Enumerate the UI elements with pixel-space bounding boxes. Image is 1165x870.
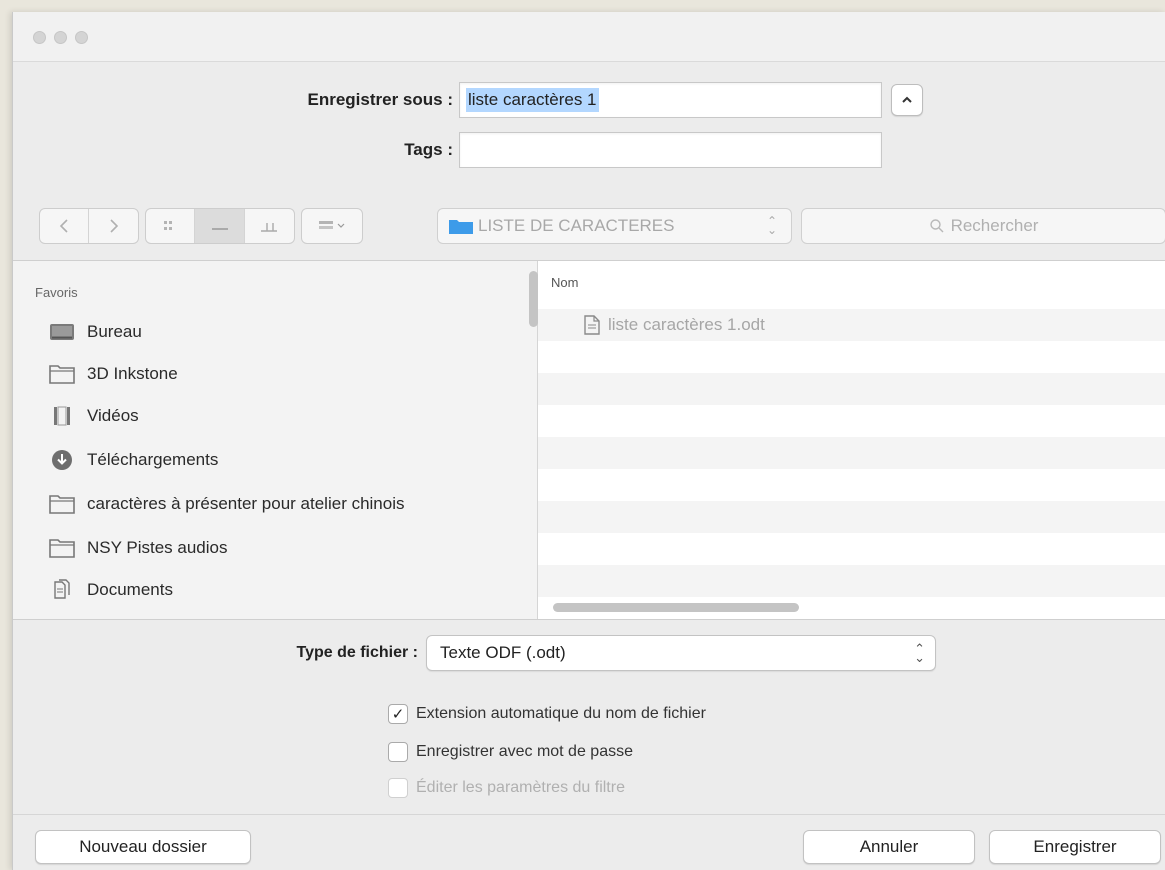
file-type-value: Texte ODF (.odt) (440, 643, 566, 662)
sidebar-item-caracteres-atelier[interactable]: caractères à présenter pour atelier chin… (49, 489, 405, 519)
sidebar-item-documents[interactable]: Documents (49, 575, 173, 605)
auto-extension-checkbox[interactable]: ✓ (388, 704, 408, 724)
group-by-icon (319, 221, 345, 229)
save-as-value: liste caractères 1 (466, 88, 599, 112)
minimize-window-button[interactable] (54, 31, 67, 44)
sidebar-item-label: Documents (87, 580, 173, 599)
save-as-row: Enregistrer sous : liste caractères 1 (163, 82, 882, 118)
file-list-scrollbar[interactable] (553, 603, 799, 612)
checkbox-label: Enregistrer avec mot de passe (416, 743, 633, 760)
group-by-button[interactable] (301, 208, 363, 244)
chevron-left-icon (59, 219, 68, 233)
icon-view-button[interactable] (146, 209, 196, 243)
cancel-button[interactable]: Annuler (803, 830, 975, 864)
sidebar-item-nsy-pistes-audios[interactable]: NSY Pistes audios (49, 533, 227, 563)
password-checkbox-row[interactable]: Enregistrer avec mot de passe (388, 742, 633, 762)
column-view-icon (261, 223, 278, 232)
sidebar-item-label: 3D Inkstone (87, 364, 178, 383)
save-button[interactable]: Enregistrer (989, 830, 1161, 864)
save-dialog: Enregistrer sous : liste caractères 1 Ta… (12, 12, 1165, 870)
nav-buttons (39, 208, 139, 244)
zoom-window-button[interactable] (75, 31, 88, 44)
location-label: LISTE DE CARACTERES (478, 216, 675, 235)
options-panel: Type de fichier : Texte ODF (.odt) ⌃ ⌄ ✓ … (13, 620, 1165, 870)
empty-row (538, 373, 1165, 405)
sidebar-item-telechargements[interactable]: Téléchargements (49, 445, 218, 475)
save-as-label: Enregistrer sous : (307, 90, 454, 109)
new-folder-button[interactable]: Nouveau dossier (35, 830, 251, 864)
sidebar: Favoris Bureau 3D Inkstone Vidéos Téléch… (13, 261, 538, 619)
expand-dialog-button[interactable] (891, 84, 923, 116)
file-row[interactable]: liste caractères 1.odt (538, 309, 1165, 341)
title-bar (13, 12, 1165, 62)
folder-icon (449, 220, 473, 234)
sidebar-item-bureau[interactable]: Bureau (49, 317, 142, 347)
search-field[interactable]: Rechercher (801, 208, 1165, 244)
file-name: liste caractères 1.odt (608, 315, 765, 334)
checkbox-label: Éditer les paramètres du filtre (416, 779, 625, 796)
column-view-button[interactable] (245, 209, 294, 243)
auto-extension-checkbox-row[interactable]: ✓ Extension automatique du nom de fichie… (388, 704, 706, 724)
tags-row: Tags : (163, 132, 882, 168)
list-view-button[interactable] (195, 209, 245, 243)
sidebar-item-label: Vidéos (87, 406, 139, 425)
download-icon (49, 450, 75, 470)
file-browser: Favoris Bureau 3D Inkstone Vidéos Téléch… (13, 260, 1165, 620)
file-list: Nom liste caractères 1.odt (538, 261, 1165, 619)
updown-arrows-icon: ⌃ ⌄ (914, 641, 925, 665)
filter-settings-checkbox-row: Éditer les paramètres du filtre (388, 778, 625, 798)
save-as-input[interactable]: liste caractères 1 (459, 82, 882, 118)
sidebar-item-videos[interactable]: Vidéos (49, 401, 139, 431)
search-icon (929, 219, 944, 233)
folder-icon (49, 538, 75, 558)
checkbox-label: Extension automatique du nom de fichier (416, 705, 706, 722)
file-type-select[interactable]: Texte ODF (.odt) ⌃ ⌄ (426, 635, 936, 671)
sidebar-item-label: Bureau (87, 322, 142, 341)
forward-button[interactable] (89, 209, 138, 243)
tags-input[interactable] (459, 132, 882, 168)
empty-row (538, 501, 1165, 533)
documents-icon (49, 579, 75, 600)
updown-arrows-icon: ⌃ ⌄ (766, 214, 777, 237)
empty-row (538, 565, 1165, 597)
footer-divider (13, 814, 1165, 815)
password-checkbox[interactable] (388, 742, 408, 762)
sidebar-item-label: Téléchargements (87, 450, 219, 469)
search-placeholder: Rechercher (950, 216, 1039, 235)
chevron-right-icon (109, 219, 118, 233)
sidebar-item-label: caractères à présenter pour atelier chin… (87, 494, 405, 513)
icon-view-icon (164, 221, 173, 230)
document-icon (584, 315, 600, 335)
list-view-icon (211, 228, 228, 230)
empty-row (538, 437, 1165, 469)
back-button[interactable] (40, 209, 90, 243)
sidebar-header: Favoris (35, 285, 78, 300)
close-window-button[interactable] (33, 31, 46, 44)
folder-icon (49, 364, 75, 384)
folder-icon (49, 494, 75, 514)
sidebar-item-label: NSY Pistes audios (87, 538, 228, 557)
filter-settings-checkbox (388, 778, 408, 798)
desktop-icon (49, 322, 75, 342)
view-mode-buttons (145, 208, 295, 244)
group-by-segment (302, 209, 362, 243)
file-type-label: Type de fichier : (296, 644, 418, 661)
sidebar-scrollbar[interactable] (529, 271, 538, 327)
chevron-up-icon (902, 96, 912, 103)
sidebar-item-3d-inkstone[interactable]: 3D Inkstone (49, 359, 178, 389)
film-icon (49, 406, 75, 426)
tags-label: Tags : (404, 140, 453, 159)
column-header-name[interactable]: Nom (538, 261, 1165, 297)
location-popup[interactable]: LISTE DE CARACTERES ⌃ ⌄ (437, 208, 792, 244)
